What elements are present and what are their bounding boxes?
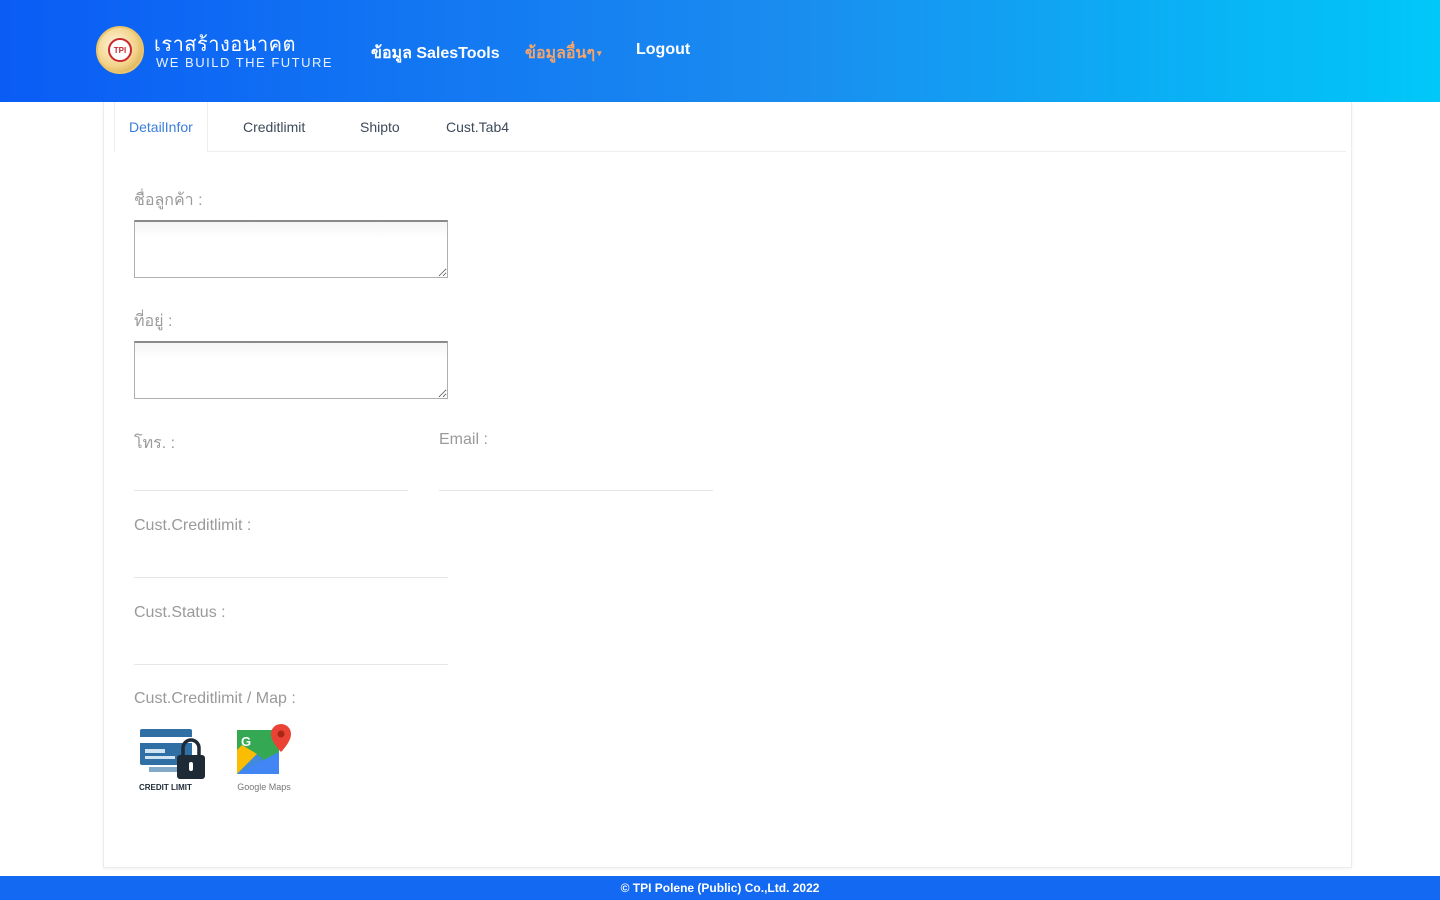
nav-other-info-dropdown[interactable]: ข้อมูลอื่นๆ ▾: [525, 41, 602, 66]
logo-emblem: TPI: [108, 38, 132, 62]
tab-cust-tab4[interactable]: Cust.Tab4: [446, 102, 509, 152]
email-underline: [439, 490, 713, 491]
company-logo[interactable]: TPI: [96, 26, 144, 74]
customer-name-field[interactable]: [134, 220, 448, 278]
nav-salestools-label: ข้อมูล SalesTools: [371, 45, 500, 62]
status-underline: [134, 664, 448, 665]
credit-limit-label: Cust.Creditlimit :: [134, 517, 252, 534]
links-label: Cust.Creditlimit / Map :: [134, 690, 296, 707]
footer-copyright: © TPI Polene (Public) Co.,Ltd. 2022: [620, 881, 820, 895]
tab-shipto[interactable]: Shipto: [360, 102, 400, 152]
credit-card-lock-icon: [140, 729, 205, 779]
credit-limit-underline: [134, 577, 448, 578]
tab-cust-tab4-label: Cust.Tab4: [446, 119, 510, 135]
credit-limit-link[interactable]: CREDIT LIMIT: [139, 727, 213, 795]
tab-creditlimit-label: Creditlimit: [243, 119, 306, 135]
nav-logout-label: Logout: [636, 41, 691, 58]
nav-salestools[interactable]: ข้อมูล SalesTools: [371, 41, 500, 66]
nav-other-info-label: ข้อมูลอื่นๆ: [525, 45, 596, 62]
google-maps-icon: G: [237, 724, 291, 774]
page-footer: © TPI Polene (Public) Co.,Ltd. 2022: [0, 876, 1440, 900]
customer-detail-card: DetailInfor Creditlimit Shipto Cust.Tab4…: [103, 102, 1352, 868]
tab-creditlimit[interactable]: Creditlimit: [243, 102, 305, 152]
svg-text:G: G: [241, 734, 251, 749]
tab-detailinfor[interactable]: DetailInfor: [114, 102, 208, 152]
google-maps-link[interactable]: G Google Maps: [227, 722, 301, 796]
tab-bar: DetailInfor Creditlimit Shipto Cust.Tab4: [114, 102, 1346, 152]
address-field[interactable]: [134, 341, 448, 399]
google-maps-caption: Google Maps: [237, 782, 291, 792]
tab-detailinfor-label: DetailInfor: [129, 119, 193, 135]
address-label: ที่อยู่ :: [134, 313, 173, 330]
top-navbar: TPI เราสร้างอนาคต WE BUILD THE FUTURE ข้…: [0, 0, 1440, 102]
brand-tagline: WE BUILD THE FUTURE: [156, 55, 334, 70]
status-label: Cust.Status :: [134, 604, 226, 621]
tab-shipto-label: Shipto: [360, 119, 400, 135]
nav-logout[interactable]: Logout: [636, 41, 690, 59]
customer-name-label: ชื่อลูกค้า :: [134, 192, 203, 209]
email-label: Email :: [439, 431, 488, 448]
phone-underline: [134, 490, 408, 491]
chevron-down-icon: ▾: [597, 48, 602, 59]
credit-limit-caption: CREDIT LIMIT: [139, 783, 192, 792]
phone-label: โทร. :: [134, 435, 176, 452]
